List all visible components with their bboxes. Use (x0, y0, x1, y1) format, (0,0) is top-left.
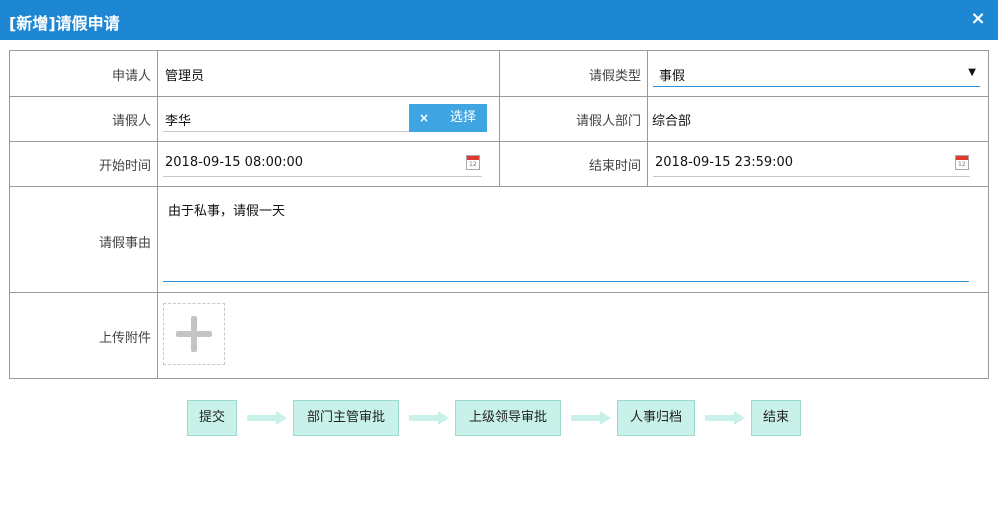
dialog-titlebar: [新增]请假申请 × (0, 0, 998, 40)
calendar-header (956, 156, 968, 160)
right-arrow-icon (571, 411, 611, 425)
department-value: 综合部 (652, 114, 692, 129)
calendar-day: 12 (469, 161, 477, 168)
applicant-value: 管理员 (165, 69, 205, 84)
dialog-title: [新增]请假申请 (9, 14, 120, 33)
plus-icon (191, 316, 197, 352)
start-time-value: 2018-09-15 08:00:00 (165, 155, 304, 170)
workflow-step-leader-approve: 上级领导审批 (455, 400, 561, 436)
upload-add-button[interactable] (163, 303, 225, 365)
reason-value: 由于私事，请假一天 (168, 204, 286, 219)
leave-type-select[interactable]: 事假 ▼ (653, 65, 980, 87)
attachment-label: 上传附件 (98, 331, 151, 346)
workflow-step-hr-archive: 人事归档 (617, 400, 695, 436)
column-divider (157, 51, 158, 378)
reason-label: 请假事由 (98, 236, 151, 251)
calendar-icon[interactable]: 12 (466, 155, 480, 170)
clear-button[interactable]: × (409, 104, 439, 132)
chevron-down-icon: ▼ (968, 67, 976, 78)
leave-type-value: 事假 (659, 69, 686, 84)
start-time-input[interactable]: 2018-09-15 08:00:00 (163, 155, 482, 177)
calendar-day: 12 (958, 161, 966, 168)
leave-person-label: 请假人 (111, 114, 151, 129)
workflow-step-end: 结束 (751, 400, 801, 436)
workflow-step-submit: 提交 (187, 400, 237, 436)
reason-textarea[interactable]: 由于私事，请假一天 (163, 200, 969, 282)
workflow-step-dept-approve: 部门主管审批 (293, 400, 399, 436)
calendar-header (467, 156, 479, 160)
right-arrow-icon (247, 411, 287, 425)
department-label: 请假人部门 (575, 114, 641, 129)
end-time-input[interactable]: 2018-09-15 23:59:00 (653, 155, 970, 177)
leave-person-value: 李华 (165, 114, 192, 129)
calendar-icon[interactable]: 12 (955, 155, 969, 170)
column-divider (647, 51, 648, 186)
close-icon[interactable]: × (968, 8, 988, 30)
leave-type-label: 请假类型 (588, 69, 641, 84)
applicant-label: 申请人 (111, 69, 151, 84)
end-time-value: 2018-09-15 23:59:00 (655, 155, 794, 170)
leave-form: 申请人 管理员 请假类型 事假 ▼ 请假人 李华 × 选择 请假人部门 综合部 … (9, 50, 989, 379)
end-time-label: 结束时间 (588, 159, 641, 174)
right-arrow-icon (705, 411, 745, 425)
start-time-label: 开始时间 (98, 159, 151, 174)
select-person-button[interactable]: 选择 (439, 104, 487, 132)
leave-person-input[interactable]: 李华 (163, 110, 409, 132)
right-arrow-icon (409, 411, 449, 425)
